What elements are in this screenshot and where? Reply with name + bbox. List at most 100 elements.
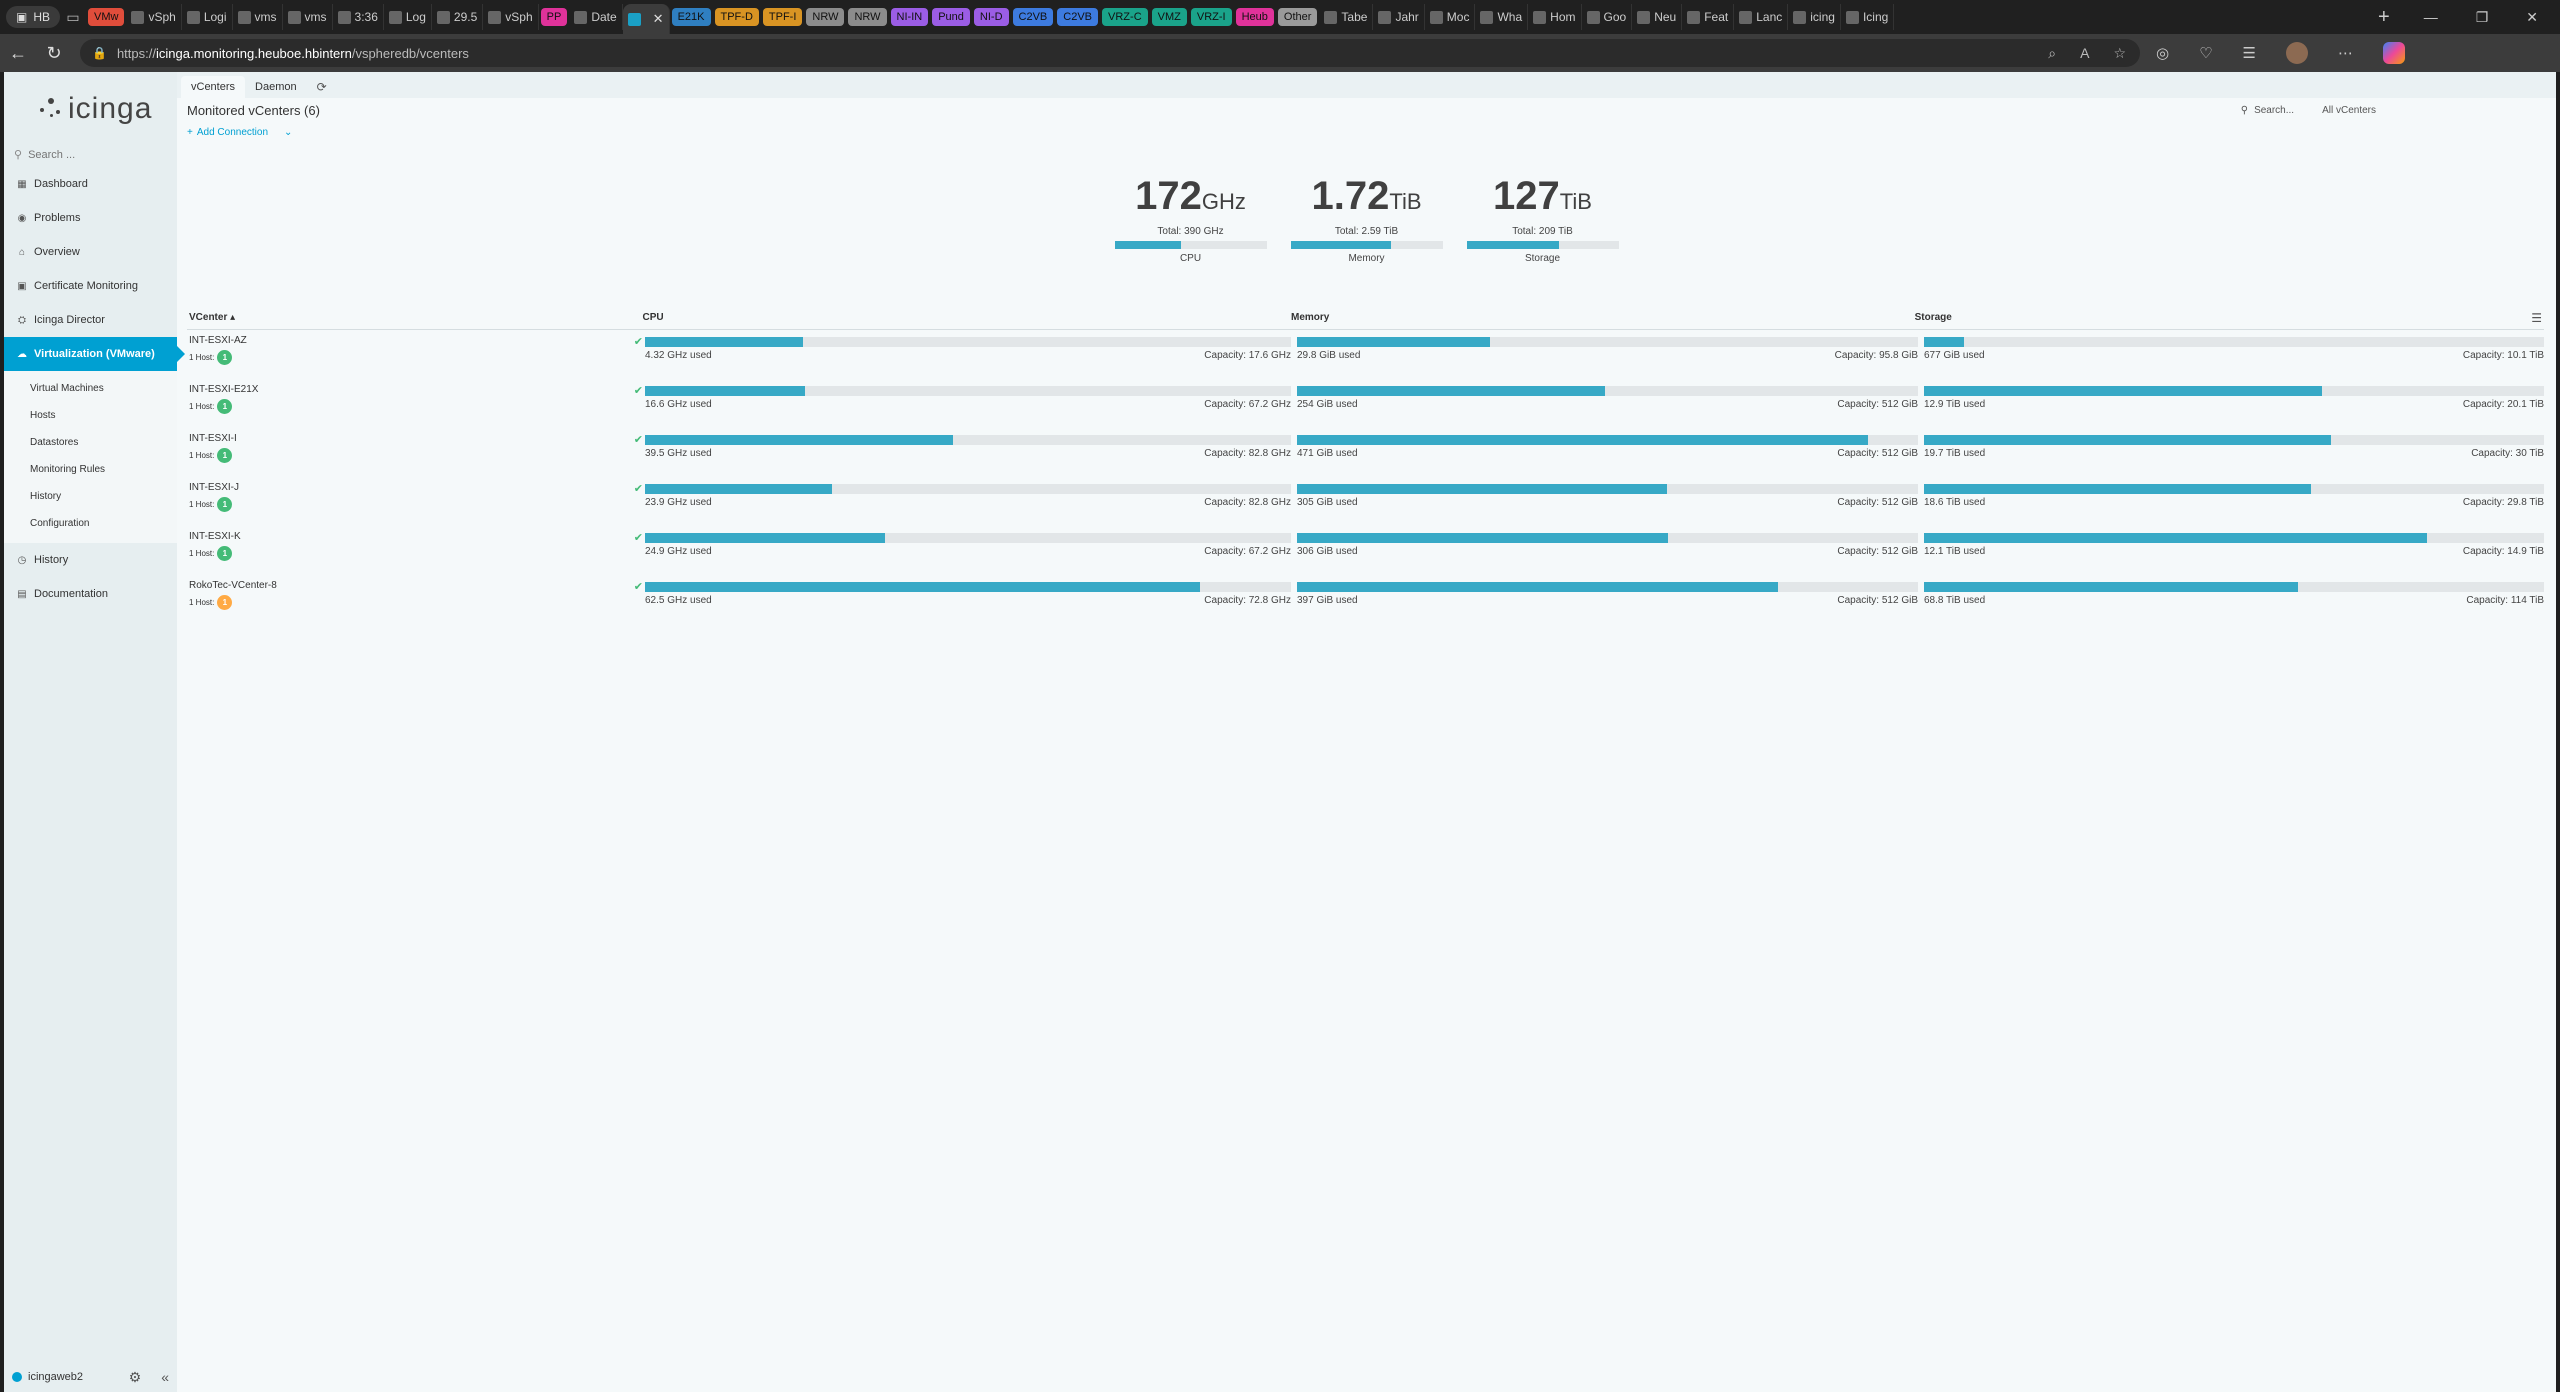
browser-tab[interactable]: NI-D	[973, 8, 1009, 26]
browser-tab[interactable]: NRW	[806, 8, 845, 26]
browser-tab[interactable]: PP	[540, 8, 568, 26]
browser-tab[interactable]: C2VB	[1057, 8, 1099, 26]
browser-tab[interactable]: vSph	[126, 4, 182, 30]
sidebar-item-virtualization-vmware[interactable]: ☁ Virtualization (VMware)	[4, 337, 185, 371]
browser-tab[interactable]: Wha	[1475, 4, 1529, 30]
sidebar-item-problems[interactable]: ◉ Problems	[4, 201, 177, 235]
collapse-sidebar-icon[interactable]: «	[161, 1369, 169, 1385]
browser-essentials-icon[interactable]: ♡	[2199, 44, 2212, 62]
sidebar-search-input[interactable]	[28, 148, 159, 161]
restore-icon[interactable]: ❐	[2476, 9, 2489, 26]
browser-tab[interactable]: 29.5	[432, 4, 484, 30]
browser-avatar[interactable]	[2286, 42, 2308, 64]
column-header-vcenter[interactable]: VCenter ▴	[187, 312, 643, 323]
table-row[interactable]: INT-ESXI-K 1 Host: 1 ✔ 24.9 GHz used Capacity…	[187, 526, 2544, 575]
read-aloud-icon[interactable]: A	[2080, 45, 2089, 62]
browser-tab[interactable]: Tabe	[1319, 4, 1374, 30]
submenu-item-configuration[interactable]: Configuration	[4, 510, 177, 537]
submenu-item-monitoring-rules[interactable]: Monitoring Rules	[4, 456, 177, 483]
gear-icon[interactable]: ⚙	[129, 1369, 142, 1386]
vcenter-name-link[interactable]: INT-ESXI-AZ	[189, 335, 645, 346]
add-connection-button[interactable]: + Add Connection ⌄	[177, 122, 2556, 142]
submenu-item-virtual-machines[interactable]: Virtual Machines	[4, 375, 177, 402]
extension-icon[interactable]: ◎	[2156, 44, 2169, 62]
host-state-badge[interactable]: 1	[217, 350, 233, 365]
browser-tab[interactable]: TPF-D	[714, 8, 759, 26]
sidebar-search[interactable]: ⚲	[14, 148, 177, 161]
browser-tab[interactable]: VRZ-C	[1102, 8, 1148, 26]
close-window-icon[interactable]: ✕	[2526, 9, 2538, 26]
more-menu-icon[interactable]: ⋯	[2338, 44, 2353, 62]
browser-tab[interactable]: Pund	[932, 8, 970, 26]
back-button[interactable]: ←	[0, 38, 36, 68]
submenu-item-history[interactable]: History	[4, 483, 177, 510]
browser-tab[interactable]: vms	[283, 4, 333, 30]
submenu-item-hosts[interactable]: Hosts	[4, 402, 177, 429]
browser-tab[interactable]: Other	[1277, 8, 1318, 26]
vcenter-name-link[interactable]: INT-ESXI-K	[189, 531, 645, 542]
chevron-down-icon[interactable]: ⌄	[284, 127, 292, 138]
browser-tab[interactable]: VMZ	[1151, 8, 1187, 26]
browser-tab[interactable]: Heub	[1235, 8, 1274, 26]
host-state-badge[interactable]: 1	[217, 497, 233, 512]
address-bar[interactable]: 🔒 https:// icinga.monitoring.heuboe.hbin…	[80, 39, 2140, 67]
host-state-badge[interactable]: 1	[217, 399, 233, 414]
table-search[interactable]: ⚲ Search...	[2241, 105, 2294, 116]
browser-tab[interactable]: VMw	[88, 8, 125, 26]
zoom-icon[interactable]: ⌕	[2048, 45, 2056, 62]
browser-tab[interactable]: Logi	[182, 4, 233, 30]
browser-tab[interactable]: vSph	[483, 4, 539, 30]
browser-tab[interactable]: ✕	[622, 4, 670, 34]
browser-tab[interactable]: Moc	[1425, 4, 1476, 30]
browser-tab[interactable]: Goo	[1582, 4, 1633, 30]
sidebar-item-overview[interactable]: ⌂ Overview	[4, 235, 177, 269]
host-state-badge[interactable]: 1	[217, 448, 233, 463]
browser-tab[interactable]: NI-IN	[890, 8, 929, 26]
favorite-star-icon[interactable]: ☆	[2113, 45, 2126, 62]
tab-vcenters[interactable]: vCenters	[181, 76, 246, 98]
tab-daemon[interactable]: Daemon	[245, 76, 307, 98]
browser-tab[interactable]: Feat	[1682, 4, 1735, 30]
browser-tab[interactable]: Lanc	[1734, 4, 1789, 30]
browser-tab[interactable]: Date	[569, 4, 623, 30]
table-row[interactable]: RokoTec-VCenter-8 1 Host: 1 ✔ 62.5 GHz used C…	[187, 575, 2544, 624]
browser-tab[interactable]: C2VB	[1012, 8, 1054, 26]
sidebar-item-icinga-director[interactable]: ⛭ Icinga Director	[4, 303, 177, 337]
sidebar-item-history[interactable]: ◷ History	[4, 543, 177, 577]
browser-tab[interactable]: E21K	[671, 8, 711, 26]
table-row[interactable]: INT-ESXI-AZ 1 Host: 1 ✔ 4.32 GHz used Capacit…	[187, 330, 2544, 379]
column-header-cpu[interactable]: CPU	[643, 312, 1291, 323]
collections-icon[interactable]: ☰	[2243, 44, 2256, 62]
browser-tab[interactable]: icing	[1788, 4, 1841, 30]
sidebar-item-documentation[interactable]: ▤ Documentation	[4, 577, 177, 611]
browser-tab[interactable]: NRW	[848, 8, 887, 26]
table-row[interactable]: INT-ESXI-E21X 1 Host: 1 ✔ 16.6 GHz used Capac…	[187, 379, 2544, 428]
column-header-memory[interactable]: Memory	[1291, 312, 1915, 323]
column-header-storage[interactable]: Storage	[1915, 312, 2532, 323]
user-name[interactable]: icingaweb2	[28, 1371, 83, 1383]
host-state-badge[interactable]: 1	[217, 595, 233, 610]
column-menu-icon[interactable]: ☰	[2531, 311, 2542, 325]
browser-tab[interactable]: Hom	[1528, 4, 1582, 30]
browser-tab[interactable]: TPF-I	[762, 8, 803, 26]
close-tab-icon[interactable]: ✕	[653, 11, 664, 27]
reload-button[interactable]: ↻	[36, 38, 72, 68]
sidebar-item-dashboard[interactable]: ▦ Dashboard	[4, 167, 177, 201]
table-row[interactable]: INT-ESXI-I 1 Host: 1 ✔ 39.5 GHz used Capacity…	[187, 428, 2544, 477]
minimize-icon[interactable]: —	[2424, 9, 2438, 26]
sidebar-item-certificate-monitoring[interactable]: ▣ Certificate Monitoring	[4, 269, 177, 303]
browser-tab[interactable]: 3:36	[333, 4, 384, 30]
vcenter-name-link[interactable]: INT-ESXI-E21X	[189, 384, 645, 395]
new-tab-button[interactable]: +	[2366, 6, 2402, 29]
browser-tab[interactable]: Jahr	[1373, 4, 1425, 30]
vcenter-filter-select[interactable]: All vCenters	[2322, 105, 2376, 116]
refresh-icon[interactable]: ⟳	[307, 76, 337, 98]
browser-tab[interactable]: VRZ-I	[1190, 8, 1232, 26]
table-row[interactable]: INT-ESXI-J 1 Host: 1 ✔ 23.9 GHz used Capacity…	[187, 477, 2544, 526]
browser-tab[interactable]: vms	[233, 4, 283, 30]
host-state-badge[interactable]: 1	[217, 546, 233, 561]
vcenter-name-link[interactable]: RokoTec-VCenter-8	[189, 580, 645, 591]
profile-button[interactable]: ▣ HB	[6, 6, 61, 28]
browser-tab[interactable]: Neu	[1632, 4, 1683, 30]
submenu-item-datastores[interactable]: Datastores	[4, 429, 177, 456]
